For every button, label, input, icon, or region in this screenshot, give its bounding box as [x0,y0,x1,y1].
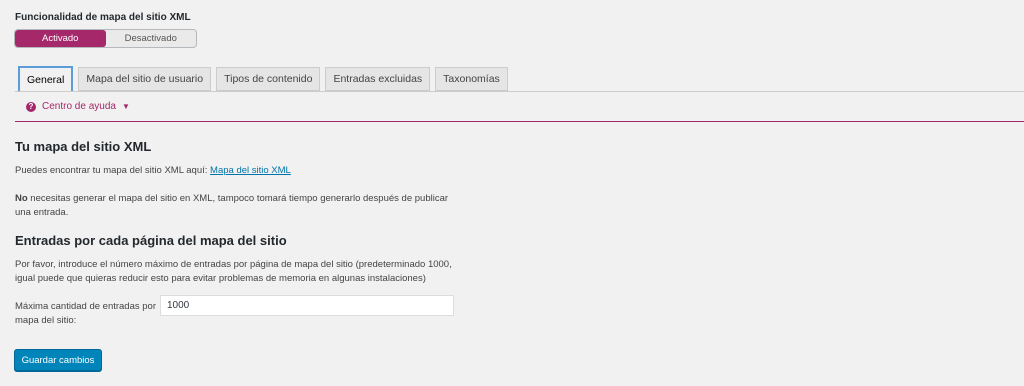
sitemap-note-bold: No [15,193,28,204]
sitemap-note-text: necesitas generar el mapa del sitio en X… [27,193,449,204]
help-center-toggle[interactable]: ? Centro de ayuda ▼ [26,101,130,112]
tab-general[interactable]: General [18,66,74,92]
max-entries-input[interactable] [160,295,454,316]
save-changes-button[interactable]: Guardar cambios [14,349,102,371]
tab-bar: General Mapa del sitio de usuario Tipos … [18,66,513,92]
tab-taxonomies[interactable]: Taxonomías [435,67,508,91]
feature-title: Funcionalidad de mapa del sitio XML [15,12,191,23]
help-center-label: Centro de ayuda [42,101,116,112]
tab-divider [15,91,1024,92]
entries-desc-line1: Por favor, introduce el número máximo de… [15,259,452,270]
sitemap-note-text-2: una entrada. [15,207,69,218]
help-divider [15,121,1024,122]
sitemap-note: No necesitas generar el mapa del sitio e… [15,192,448,220]
tab-user-sitemap[interactable]: Mapa del sitio de usuario [78,67,212,91]
toggle-on-option[interactable]: Activado [15,30,106,47]
sitemap-find-text: Puedes encontrar tu mapa del sitio XML a… [15,164,291,178]
question-circle-icon: ? [26,101,36,112]
tab-content-types[interactable]: Tipos de contenido [216,67,321,91]
tab-excluded-posts[interactable]: Entradas excluidas [325,67,431,91]
feature-toggle[interactable]: Activado Desactivado [14,29,197,48]
toggle-off-option[interactable]: Desactivado [106,30,197,47]
entries-heading: Entradas por cada página del mapa del si… [15,233,287,248]
sitemap-link[interactable]: Mapa del sitio XML [210,165,291,176]
max-entries-label: Máxima cantidad de entradas por mapa del… [15,301,156,326]
entries-description: Por favor, introduce el número máximo de… [15,258,452,286]
caret-down-icon: ▼ [121,102,130,111]
sitemap-find-label: Puedes encontrar tu mapa del sitio XML a… [15,165,211,176]
sitemap-heading: Tu mapa del sitio XML [15,139,152,154]
entries-desc-line2: igual puede que quieras reducir esto par… [15,273,426,284]
